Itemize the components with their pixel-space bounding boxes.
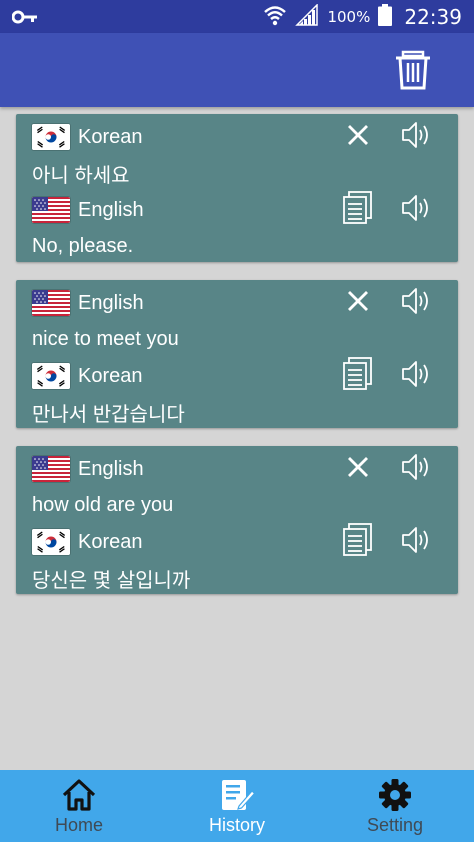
source-language-label: English [78, 291, 144, 314]
us-flag-icon [32, 197, 70, 223]
speaker-icon [400, 284, 432, 322]
status-bar: 100% 22:39 [0, 0, 474, 33]
play-target-button[interactable] [396, 525, 436, 559]
nav-history-label: History [208, 815, 265, 835]
korea-flag-icon [32, 363, 70, 389]
source-language: English [32, 288, 144, 318]
source-text: 아니 하세요 [32, 164, 130, 187]
speaker-icon [400, 191, 432, 229]
signal-icon [295, 3, 319, 30]
speaker-icon [400, 357, 432, 395]
trash-icon [391, 50, 435, 96]
bottom-nav: Home History Setting [0, 770, 474, 842]
close-icon [343, 452, 373, 486]
speaker-icon [400, 523, 432, 561]
play-target-button[interactable] [396, 193, 436, 227]
history-card[interactable]: Korean 아니 하세요 English No, please. [16, 114, 458, 262]
us-flag-icon [32, 456, 70, 482]
key-icon [11, 9, 38, 28]
gear-icon [378, 778, 412, 812]
us-flag-icon [32, 290, 70, 316]
wifi-icon [263, 4, 287, 30]
korea-flag-icon [32, 529, 70, 555]
remove-entry-button[interactable] [338, 120, 378, 154]
history-icon [219, 778, 255, 812]
battery-percent: 100% [327, 8, 371, 26]
home-icon [61, 778, 97, 812]
copy-button[interactable] [338, 356, 378, 396]
history-card[interactable]: English how old are you Korean 당신은 몇 살입니… [16, 446, 458, 594]
source-text: how old are you [32, 493, 174, 516]
target-language: Korean [32, 361, 143, 391]
nav-setting[interactable]: Setting [316, 770, 474, 842]
remove-entry-button[interactable] [338, 286, 378, 320]
target-text: 만나서 반갑습니다 [32, 403, 185, 426]
target-language: English [32, 195, 144, 225]
source-language-label: Korean [78, 125, 143, 148]
copy-icon [341, 522, 375, 562]
target-language-label: Korean [78, 530, 143, 553]
play-target-button[interactable] [396, 359, 436, 393]
speaker-icon [400, 118, 432, 156]
battery-icon [378, 4, 393, 30]
source-text: nice to meet you [32, 327, 179, 350]
delete-history-button[interactable] [391, 48, 435, 92]
source-language: English [32, 454, 144, 484]
clock: 22:39 [404, 5, 462, 29]
close-icon [343, 286, 373, 320]
copy-icon [341, 190, 375, 230]
target-language-label: Korean [78, 364, 143, 387]
target-language-label: English [78, 198, 144, 221]
close-icon [343, 120, 373, 154]
target-text: No, please. [32, 234, 134, 257]
history-card[interactable]: English nice to meet you Korean 만나서 반갑습니… [16, 280, 458, 428]
play-source-button[interactable] [396, 452, 436, 486]
nav-history[interactable]: History [158, 770, 316, 842]
nav-home-label: Home [54, 815, 103, 835]
source-language-label: English [78, 457, 144, 480]
speaker-icon [400, 450, 432, 488]
play-source-button[interactable] [396, 286, 436, 320]
play-source-button[interactable] [396, 120, 436, 154]
copy-button[interactable] [338, 522, 378, 562]
target-text: 당신은 몇 살입니까 [32, 569, 191, 592]
copy-button[interactable] [338, 190, 378, 230]
app-bar [0, 33, 474, 107]
source-language: Korean [32, 122, 143, 152]
remove-entry-button[interactable] [338, 452, 378, 486]
nav-home[interactable]: Home [0, 770, 158, 842]
copy-icon [341, 356, 375, 396]
target-language: Korean [32, 527, 143, 557]
korea-flag-icon [32, 124, 70, 150]
nav-setting-label: Setting [366, 815, 424, 835]
